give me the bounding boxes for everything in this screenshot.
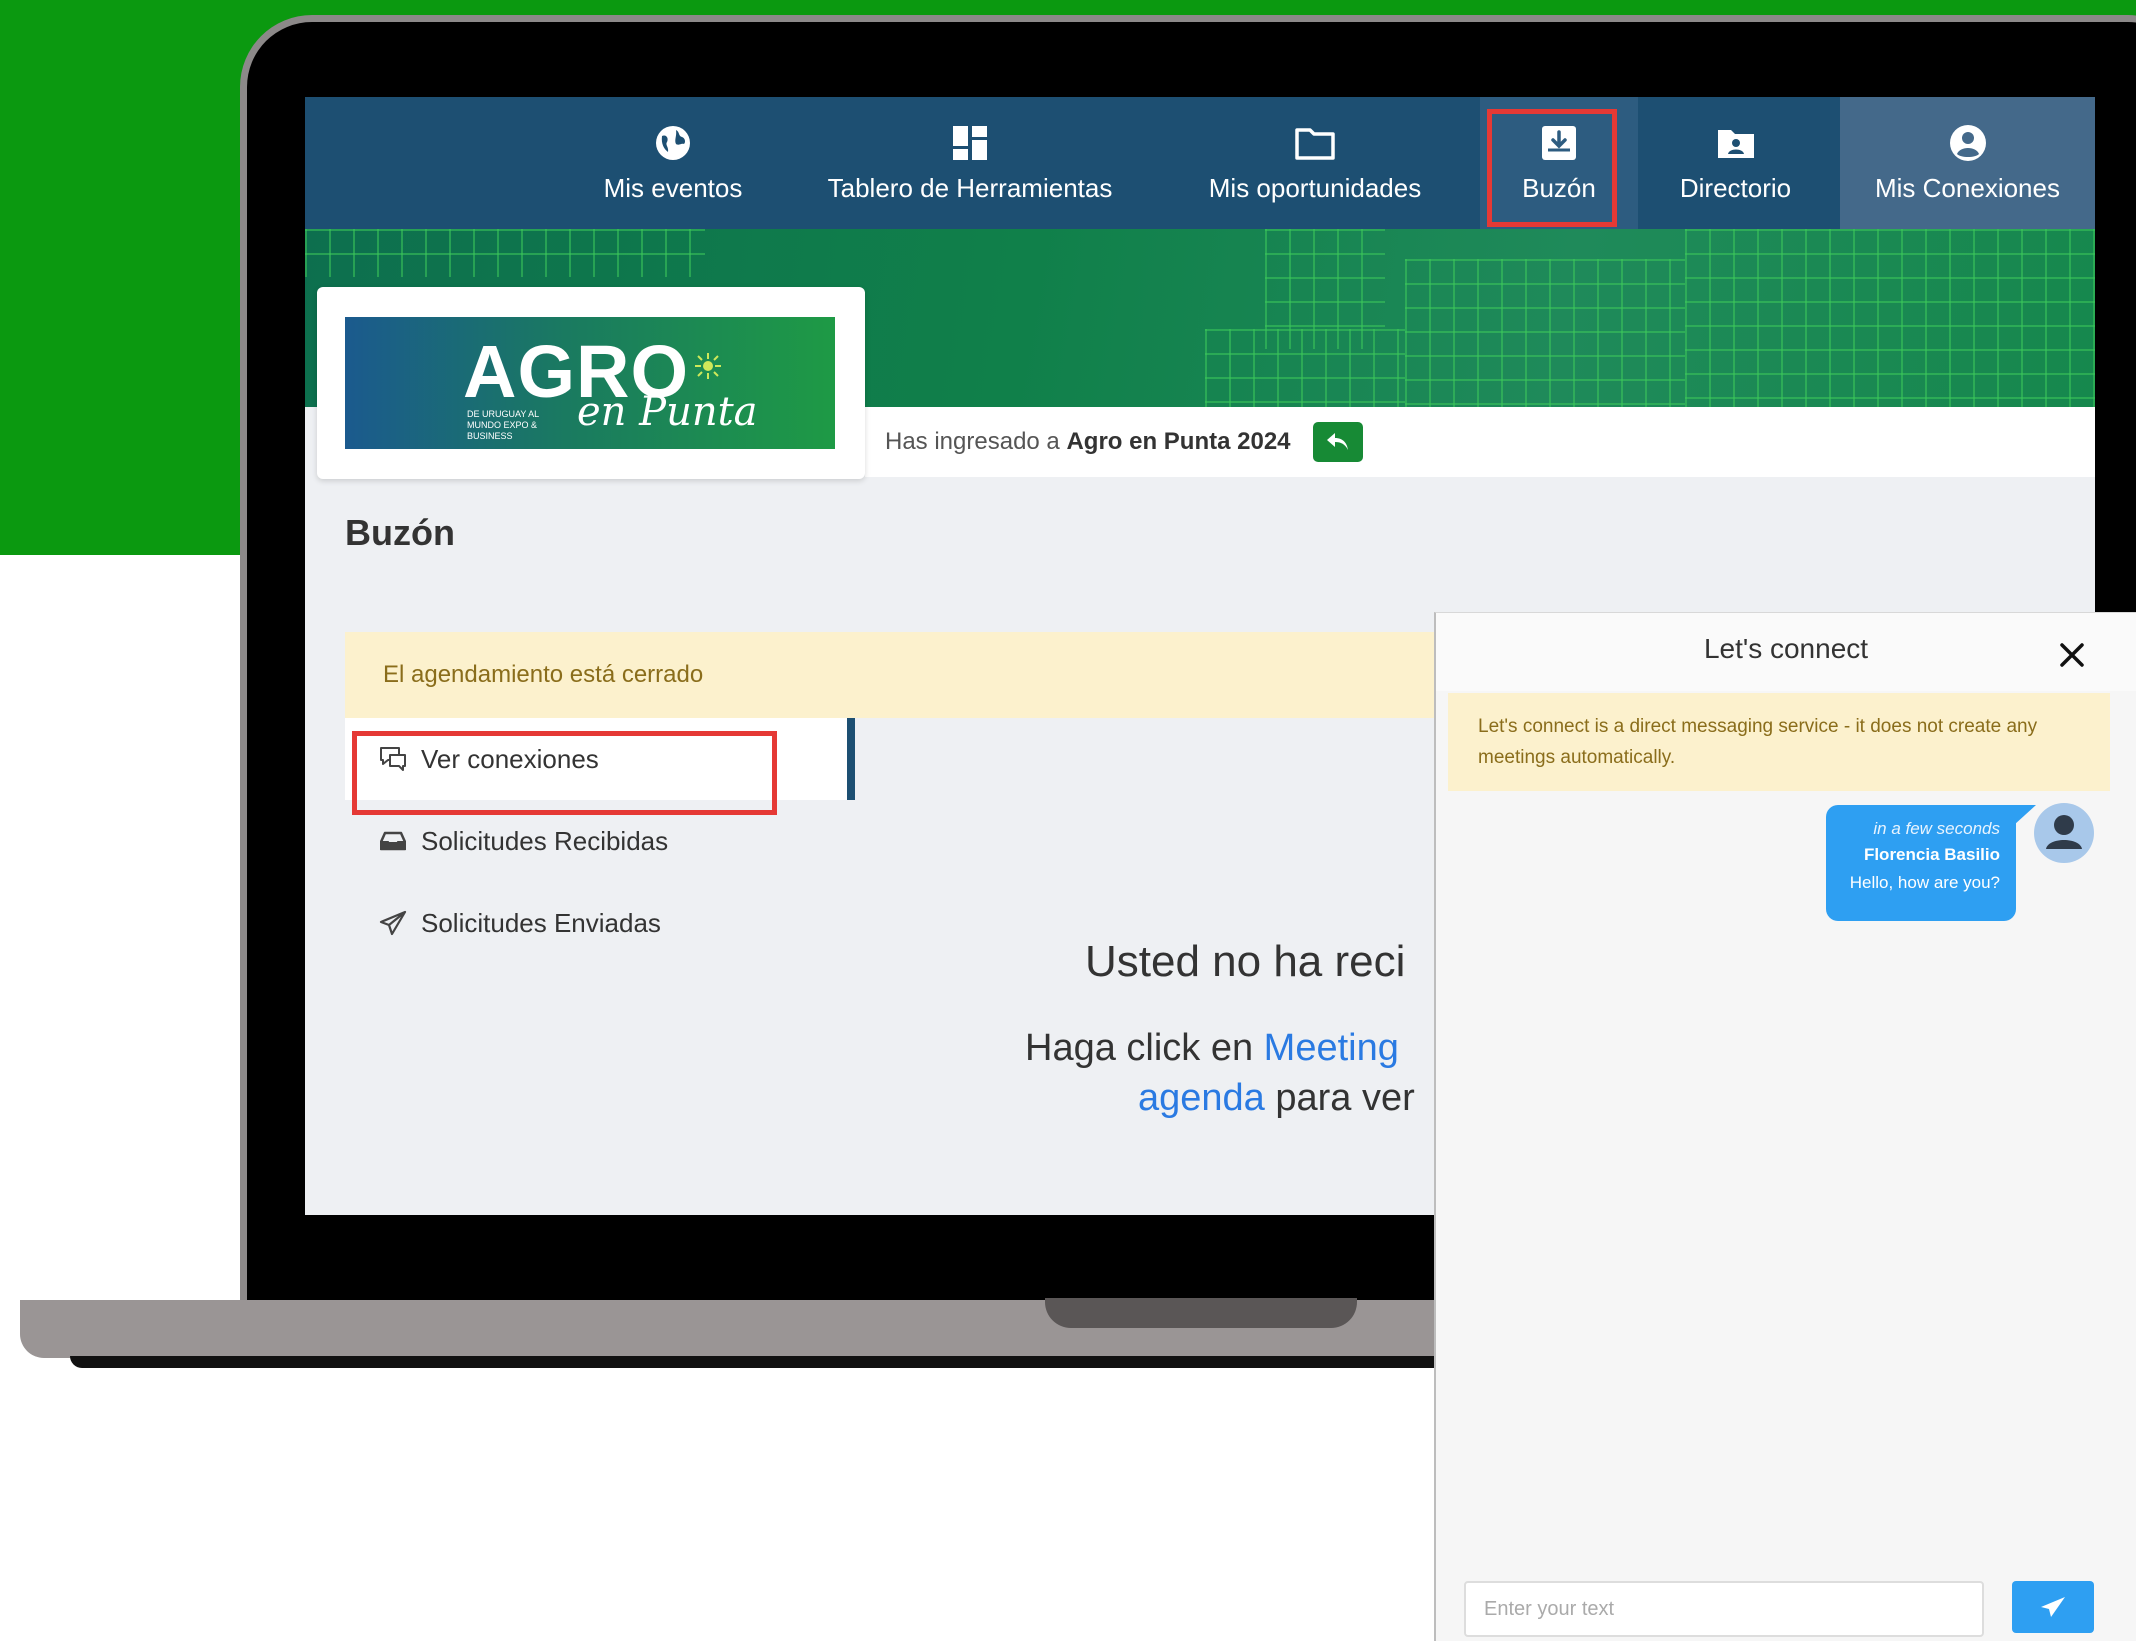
folder-icon [1295,123,1335,163]
empty-state-text: para ver [1264,1077,1415,1119]
empty-state-line-1: Haga click en Meeting [1025,1027,1399,1070]
stage: Mis eventos Tablero de Herramientas Mis … [0,0,2136,1641]
nav-item-mis-eventos[interactable]: Mis eventos [568,97,778,229]
message-text: Hello, how are you? [1849,873,2000,892]
side-item-solicitudes-enviadas[interactable]: Solicitudes Enviadas [345,882,855,964]
nav-item-mis-oportunidades[interactable]: Mis oportunidades [1180,97,1450,229]
nav-item-directorio[interactable]: Directorio [1638,97,1833,229]
nav-label: Mis eventos [603,172,743,203]
contact-folder-icon [1716,123,1756,163]
banner-pattern [1405,259,1685,407]
paper-plane-icon [2041,1597,2065,1617]
chat-notice: Let's connect is a direct messaging serv… [1448,693,2110,791]
meeting-agenda-link-2[interactable]: agenda [1138,1077,1265,1119]
agro-en-punta-logo: AGRO DE URUGUAY AL MUNDO EXPO & BUSINESS… [345,317,835,449]
nav-label: Mis Conexiones [1875,172,2060,203]
buzon-highlight-box [1487,109,1617,227]
meeting-agenda-link[interactable]: Meeting [1264,1027,1399,1069]
nav-label: Tablero de Herramientas [827,172,1113,203]
nav-label: Directorio [1679,172,1792,203]
chat-message-bubble: in a few seconds Florencia Basilio Hello… [1826,805,2016,921]
empty-state-text: Haga click en [1025,1027,1264,1069]
nav-item-tablero[interactable]: Tablero de Herramientas [805,97,1135,229]
laptop-notch [1045,1298,1357,1328]
send-button[interactable] [2012,1581,2094,1633]
ver-conexiones-highlight-box [352,731,777,815]
nav-item-mis-conexiones[interactable]: Mis Conexiones [1840,97,2095,229]
logo-tagline: DE URUGUAY AL MUNDO EXPO & BUSINESS [467,409,539,441]
user-silhouette-icon [2046,815,2082,849]
message-sender: Florencia Basilio [1863,845,2000,864]
event-info-text: Has ingresado a Agro en Punta 2024 [885,428,1291,455]
inbox-tray-icon [379,827,407,855]
bubble-tail [2014,805,2036,825]
logo-script-text: en Punta [577,389,758,435]
empty-state-title: Usted no ha reci [1085,937,1406,986]
user-circle-icon [1948,123,1988,163]
chat-header: Let's connect [1436,613,2136,691]
chat-title: Let's connect [1703,633,1869,664]
event-name: Agro en Punta 2024 [1066,428,1291,455]
side-item-label: Solicitudes Enviadas [421,907,661,938]
nav-label: Mis oportunidades [1208,172,1422,203]
top-navbar: Mis eventos Tablero de Herramientas Mis … [305,97,2095,229]
message-time: in a few seconds [1873,819,2000,838]
sun-icon [695,353,721,379]
empty-state-line-2: agenda para ver [1138,1077,1415,1120]
reply-arrow-icon [1326,433,1348,450]
avatar [2034,803,2094,863]
back-button[interactable] [1312,422,1363,462]
paper-plane-icon [379,909,407,937]
event-info-strip: Has ingresado a Agro en Punta 2024 [865,407,2095,477]
close-icon[interactable] [2054,637,2090,673]
dashboard-icon [950,123,990,163]
banner-pattern [1685,229,2095,407]
lets-connect-chat-panel: Let's connect Let's connect is a direct … [1434,612,2136,1641]
banner-pattern [305,229,705,277]
banner-pattern [1205,329,1405,407]
side-item-label: Solicitudes Recibidas [421,825,669,856]
chat-message-input[interactable] [1464,1581,1984,1637]
page-title: Buzón [345,512,455,553]
event-logo-card: AGRO DE URUGUAY AL MUNDO EXPO & BUSINESS… [317,287,865,479]
globe-icon [653,123,693,163]
